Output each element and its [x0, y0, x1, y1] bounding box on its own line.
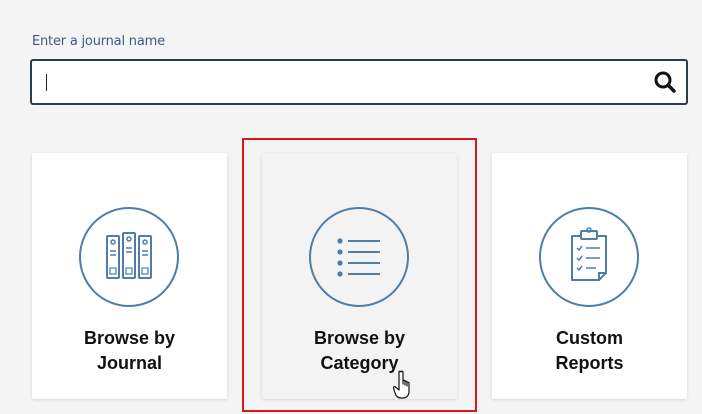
search-box[interactable] — [30, 59, 688, 105]
clipboard-icon — [539, 207, 639, 307]
browse-by-journal-card[interactable]: Browse by Journal — [32, 153, 227, 399]
list-icon — [309, 207, 409, 307]
search-input[interactable] — [44, 61, 634, 103]
search-icon[interactable] — [652, 69, 678, 95]
browse-by-category-card[interactable]: Browse by Category — [262, 153, 457, 399]
binders-icon — [79, 207, 179, 307]
browse-by-category-label: Browse by Category — [313, 328, 406, 373]
text-caret — [46, 74, 47, 91]
custom-reports-label: Custom Reports — [555, 328, 624, 373]
custom-reports-card[interactable]: Custom Reports — [492, 153, 687, 399]
search-label: Enter a journal name — [32, 34, 165, 49]
browse-by-journal-label: Browse by Journal — [83, 328, 176, 373]
